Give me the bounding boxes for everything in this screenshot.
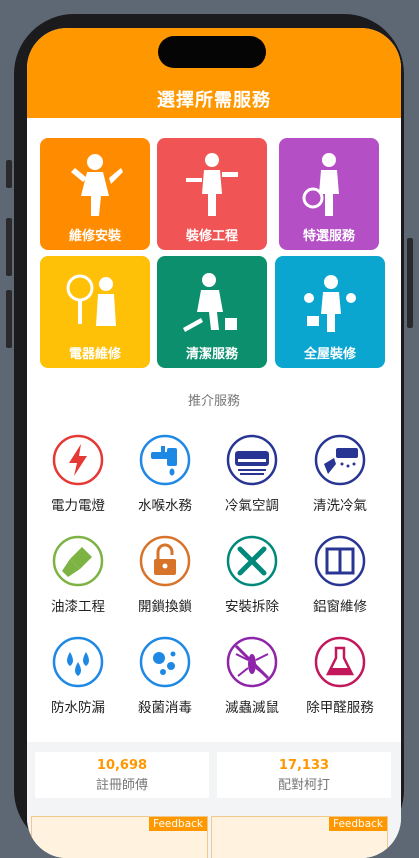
cleaning-worker-icon <box>157 268 267 338</box>
special-service-icon <box>279 150 379 220</box>
tools-icon <box>226 535 278 587</box>
mosquito-icon <box>226 636 278 688</box>
promo-banner-left[interactable]: Feedback <box>31 816 208 858</box>
stat-value: 17,133 <box>278 758 330 773</box>
service-label: 清洗冷氣 <box>313 498 367 514</box>
service-air-conditioning[interactable]: 冷氣空調 <box>209 434 295 514</box>
aircon-cleaning-icon <box>314 434 366 486</box>
whole-house-icon <box>275 268 385 338</box>
promo-banner-right[interactable]: Feedback <box>211 816 388 858</box>
side-button <box>6 160 12 188</box>
service-formaldehyde-removal[interactable]: 除甲醛服務 <box>297 636 383 716</box>
category-tile-repair[interactable]: 維修安裝 <box>40 138 150 250</box>
service-label: 電力電燈 <box>51 498 105 514</box>
chemical-flask-icon <box>314 636 366 688</box>
window-icon <box>314 535 366 587</box>
category-tile-special[interactable]: 特選服務 <box>279 138 379 250</box>
service-pest-control[interactable]: 滅蟲滅鼠 <box>209 636 295 716</box>
category-tile-appliance[interactable]: 電器維修 <box>40 256 150 368</box>
service-label: 滅蟲滅鼠 <box>225 700 279 716</box>
volume-down-button <box>6 290 12 348</box>
page-title: 選擇所需服務 <box>157 90 271 111</box>
lightning-icon <box>52 434 104 486</box>
service-electrical[interactable]: 電力電燈 <box>35 434 121 514</box>
service-label: 防水防漏 <box>51 700 105 716</box>
padlock-icon <box>139 535 191 587</box>
category-label: 全屋裝修 <box>303 347 356 362</box>
service-plumbing[interactable]: 水喉水務 <box>122 434 208 514</box>
recommended-services: 推介服務 電力電燈 水喉水務 冷氣空調 清洗冷氣 油漆工程 開鎖換鎖 安裝拆除 … <box>27 380 401 742</box>
water-drops-icon <box>52 636 104 688</box>
stat-value: 10,698 <box>96 758 148 773</box>
power-button <box>407 238 413 328</box>
feedback-button[interactable]: Feedback <box>148 817 207 831</box>
volume-up-button <box>6 218 12 276</box>
category-tile-renovation[interactable]: 裝修工程 <box>157 138 267 250</box>
service-label: 油漆工程 <box>51 599 105 615</box>
section-title: 推介服務 <box>187 394 240 409</box>
service-label: 除甲醛服務 <box>306 700 374 716</box>
category-tile-whole-house[interactable]: 全屋裝修 <box>275 256 385 368</box>
faucet-icon <box>139 434 191 486</box>
service-locksmith[interactable]: 開鎖換鎖 <box>122 535 208 615</box>
appliance-repair-icon <box>40 268 150 338</box>
paint-brush-icon <box>52 535 104 587</box>
service-label: 鋁窗維修 <box>313 599 367 615</box>
category-label: 清潔服務 <box>185 347 238 362</box>
category-label: 特選服務 <box>302 229 355 244</box>
service-label: 水喉水務 <box>138 498 192 514</box>
category-tile-cleaning[interactable]: 清潔服務 <box>157 256 267 368</box>
service-waterproofing[interactable]: 防水防漏 <box>35 636 121 716</box>
stat-registered-masters: 10,698 註冊師傅 <box>35 752 209 798</box>
service-label: 安裝拆除 <box>225 599 279 615</box>
stat-matched-orders: 17,133 配對柯打 <box>217 752 391 798</box>
disinfection-icon <box>139 636 191 688</box>
air-conditioner-icon <box>226 434 278 486</box>
service-painting[interactable]: 油漆工程 <box>35 535 121 615</box>
category-label: 維修安裝 <box>68 229 121 244</box>
service-window-repair[interactable]: 鋁窗維修 <box>297 535 383 615</box>
category-grid: 維修安裝 裝修工程 特選服務 電器維修 清潔服務 全屋裝修 <box>27 118 401 380</box>
service-aircon-cleaning[interactable]: 清洗冷氣 <box>297 434 383 514</box>
category-label: 裝修工程 <box>185 229 238 244</box>
dynamic-island <box>158 36 266 68</box>
service-label: 殺菌消毒 <box>138 700 192 716</box>
renovation-worker-icon <box>157 150 267 220</box>
service-disinfection[interactable]: 殺菌消毒 <box>122 636 208 716</box>
service-installation[interactable]: 安裝拆除 <box>209 535 295 615</box>
category-label: 電器維修 <box>68 347 121 362</box>
app-screen: 選擇所需服務 維修安裝 裝修工程 特選服務 電器維修 清潔服務 全屋裝修 推介服… <box>27 28 401 858</box>
feedback-button[interactable]: Feedback <box>328 817 387 831</box>
repair-worker-icon <box>40 150 150 220</box>
service-label: 冷氣空調 <box>225 498 279 514</box>
service-label: 開鎖換鎖 <box>138 599 192 615</box>
stat-label: 配對柯打 <box>277 778 330 793</box>
stat-label: 註冊師傅 <box>95 778 148 793</box>
